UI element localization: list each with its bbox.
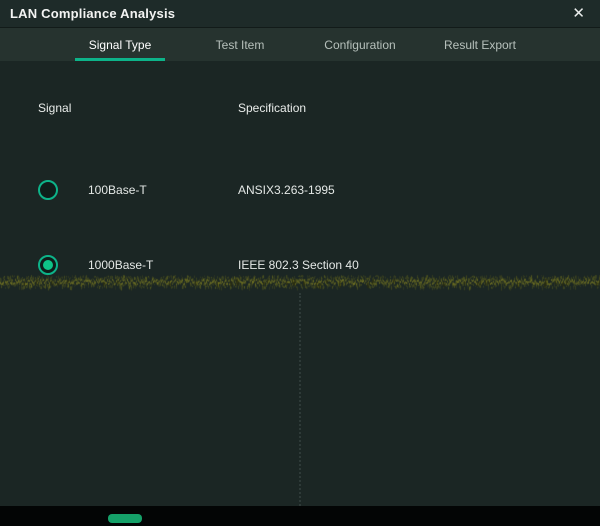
tab-signal-type[interactable]: Signal Type	[60, 28, 180, 61]
specification-label: IEEE 802.3 Section 40	[238, 258, 359, 272]
signal-label: 100Base-T	[88, 183, 147, 197]
specification-label: ANSIX3.263-1995	[238, 183, 335, 197]
tab-label: Result Export	[444, 38, 516, 52]
tab-configuration[interactable]: Configuration	[300, 28, 420, 61]
table-row-100base-t[interactable]: 100Base-T ANSIX3.263-1995	[0, 177, 600, 203]
tab-result-export[interactable]: Result Export	[420, 28, 540, 61]
tab-label: Signal Type	[89, 38, 152, 52]
tab-label: Configuration	[324, 38, 395, 52]
tab-bar: Signal Type Test Item Configuration Resu…	[0, 28, 600, 61]
dialog-titlebar: LAN Compliance Analysis ✕	[0, 0, 600, 28]
radio-100base-t[interactable]	[38, 180, 58, 200]
tab-test-item[interactable]: Test Item	[180, 28, 300, 61]
radio-1000base-t[interactable]	[38, 255, 58, 275]
column-header-signal: Signal	[38, 101, 71, 115]
scope-bottom-strip	[0, 506, 600, 526]
column-header-specification: Specification	[238, 101, 306, 115]
bottom-indicator	[108, 514, 142, 523]
oscilloscope-screen: LAN Compliance Analysis ✕ Signal Type Te…	[0, 0, 600, 526]
close-icon[interactable]: ✕	[567, 4, 590, 23]
dialog-title: LAN Compliance Analysis	[10, 6, 175, 21]
signal-label: 1000Base-T	[88, 258, 153, 272]
dialog-body: Signal Specification 100Base-T ANSIX3.26…	[0, 61, 600, 506]
table-row-1000base-t[interactable]: 1000Base-T IEEE 802.3 Section 40	[0, 252, 600, 278]
tab-label: Test Item	[216, 38, 265, 52]
grid-centerline	[299, 293, 301, 506]
lan-compliance-dialog: LAN Compliance Analysis ✕ Signal Type Te…	[0, 0, 600, 506]
